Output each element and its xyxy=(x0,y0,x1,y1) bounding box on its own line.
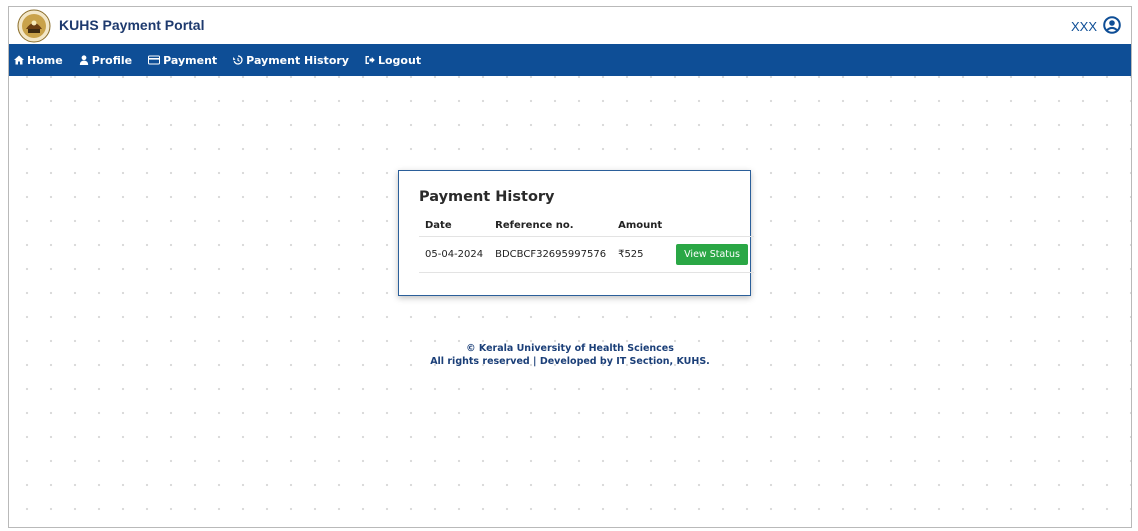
cell-action: View Status xyxy=(670,236,754,273)
user-circle-icon[interactable] xyxy=(1103,16,1121,34)
credit-card-icon xyxy=(148,55,161,65)
home-icon xyxy=(14,55,24,65)
nav-home-label: Home xyxy=(27,53,63,67)
nav-payment-history-label: Payment History xyxy=(246,53,349,67)
cell-reference: BDCBCF32695997576 xyxy=(489,236,613,273)
page-footer: © Kerala University of Health Sciences A… xyxy=(9,342,1131,368)
card-title: Payment History xyxy=(419,189,555,205)
payment-history-table: Date Reference no. Amount 05-04-2024 BDC… xyxy=(419,215,754,273)
column-header-amount: Amount xyxy=(612,215,671,237)
brand-title[interactable]: KUHS Payment Portal xyxy=(59,17,204,33)
nav-home[interactable]: Home xyxy=(14,54,63,67)
cell-date: 05-04-2024 xyxy=(419,236,490,273)
nav-profile-label: Profile xyxy=(91,53,133,67)
column-header-reference: Reference no. xyxy=(489,215,613,237)
user-icon xyxy=(79,55,88,65)
cell-amount: ₹525 xyxy=(612,236,671,273)
column-header-action xyxy=(670,215,754,237)
nav-logout[interactable]: Logout xyxy=(365,54,421,67)
nav-logout-label: Logout xyxy=(377,53,422,67)
table-row: 05-04-2024 BDCBCF32695997576 ₹525 View S… xyxy=(419,236,754,273)
table-header-row: Date Reference no. Amount xyxy=(419,215,754,237)
university-seal-icon[interactable] xyxy=(17,9,51,43)
footer-credits: All rights reserved | Developed by IT Se… xyxy=(430,356,710,367)
footer-copyright: © Kerala University of Health Sciences xyxy=(466,343,674,354)
nav-payment-label: Payment xyxy=(163,53,218,67)
sign-out-icon xyxy=(365,56,375,64)
history-icon xyxy=(233,55,243,65)
browser-page: KUHS Payment Portal XXX Home Profile Pay… xyxy=(8,6,1132,528)
main-navbar: Home Profile Payment Payment History Log… xyxy=(9,44,1131,76)
view-status-button[interactable]: View Status xyxy=(676,244,748,265)
payment-history-card: Payment History Date Reference no. Amoun… xyxy=(398,170,754,296)
top-header: KUHS Payment Portal XXX xyxy=(9,7,1131,44)
nav-payment[interactable]: Payment xyxy=(148,54,217,67)
user-name[interactable]: XXX xyxy=(1071,19,1097,34)
nav-payment-history[interactable]: Payment History xyxy=(233,54,349,67)
column-header-date: Date xyxy=(419,215,490,237)
nav-profile[interactable]: Profile xyxy=(79,54,132,67)
